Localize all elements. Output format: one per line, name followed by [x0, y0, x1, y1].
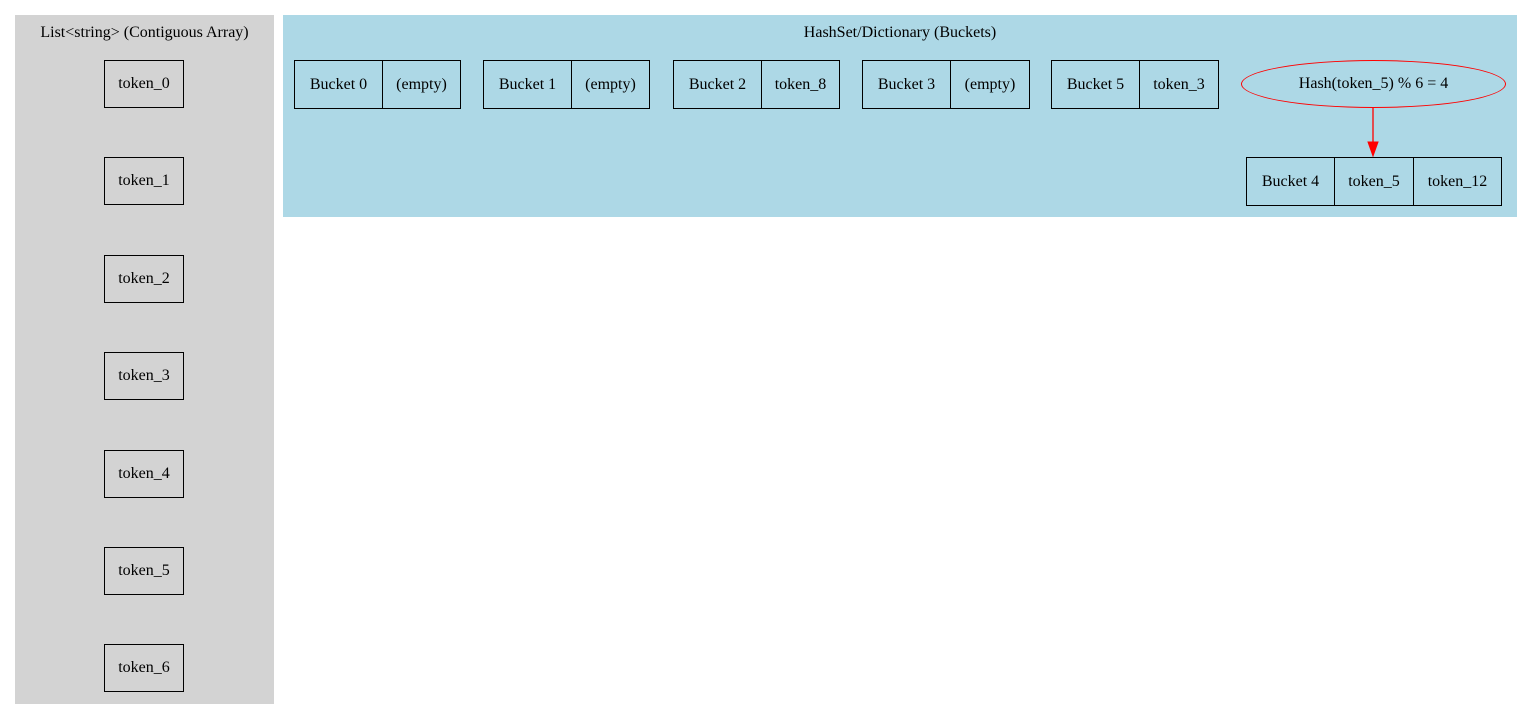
bucket-1-record: Bucket 1 (empty) [483, 60, 650, 109]
hash-cluster-title: HashSet/Dictionary (Buckets) [803, 24, 997, 41]
list-token-node: token_0 [104, 60, 184, 108]
list-token-node: token_1 [104, 157, 184, 205]
list-token-node: token_6 [104, 644, 184, 692]
list-token-node: token_4 [104, 450, 184, 498]
list-token-node: token_5 [104, 547, 184, 595]
bucket-entry: (empty) [382, 61, 460, 108]
bucket-4-record: Bucket 4 token_5 token_12 [1246, 157, 1502, 206]
list-token-node: token_2 [104, 255, 184, 303]
bucket-entry: token_12 [1413, 158, 1501, 205]
bucket-entry: (empty) [950, 61, 1029, 108]
bucket-label: Bucket 5 [1066, 75, 1125, 93]
bucket-label: Bucket 4 [1261, 172, 1320, 190]
list-cluster-title: List<string> (Contiguous Array) [40, 24, 249, 41]
hash-computation-node: Hash(token_5) % 6 = 4 [1241, 60, 1506, 108]
list-token-node: token_3 [104, 352, 184, 400]
bucket-label: Bucket 2 [688, 75, 747, 93]
bucket-label: Bucket 3 [877, 75, 936, 93]
bucket-entry: token_3 [1139, 61, 1218, 108]
bucket-entry: (empty) [571, 61, 649, 108]
bucket-entry: token_5 [1334, 158, 1413, 205]
bucket-3-record: Bucket 3 (empty) [862, 60, 1030, 109]
bucket-label: Bucket 1 [498, 75, 557, 93]
bucket-label: Bucket 0 [309, 75, 368, 93]
bucket-entry: token_8 [761, 61, 839, 108]
bucket-2-record: Bucket 2 token_8 [673, 60, 840, 109]
bucket-5-record: Bucket 5 token_3 [1051, 60, 1219, 109]
bucket-0-record: Bucket 0 (empty) [294, 60, 461, 109]
